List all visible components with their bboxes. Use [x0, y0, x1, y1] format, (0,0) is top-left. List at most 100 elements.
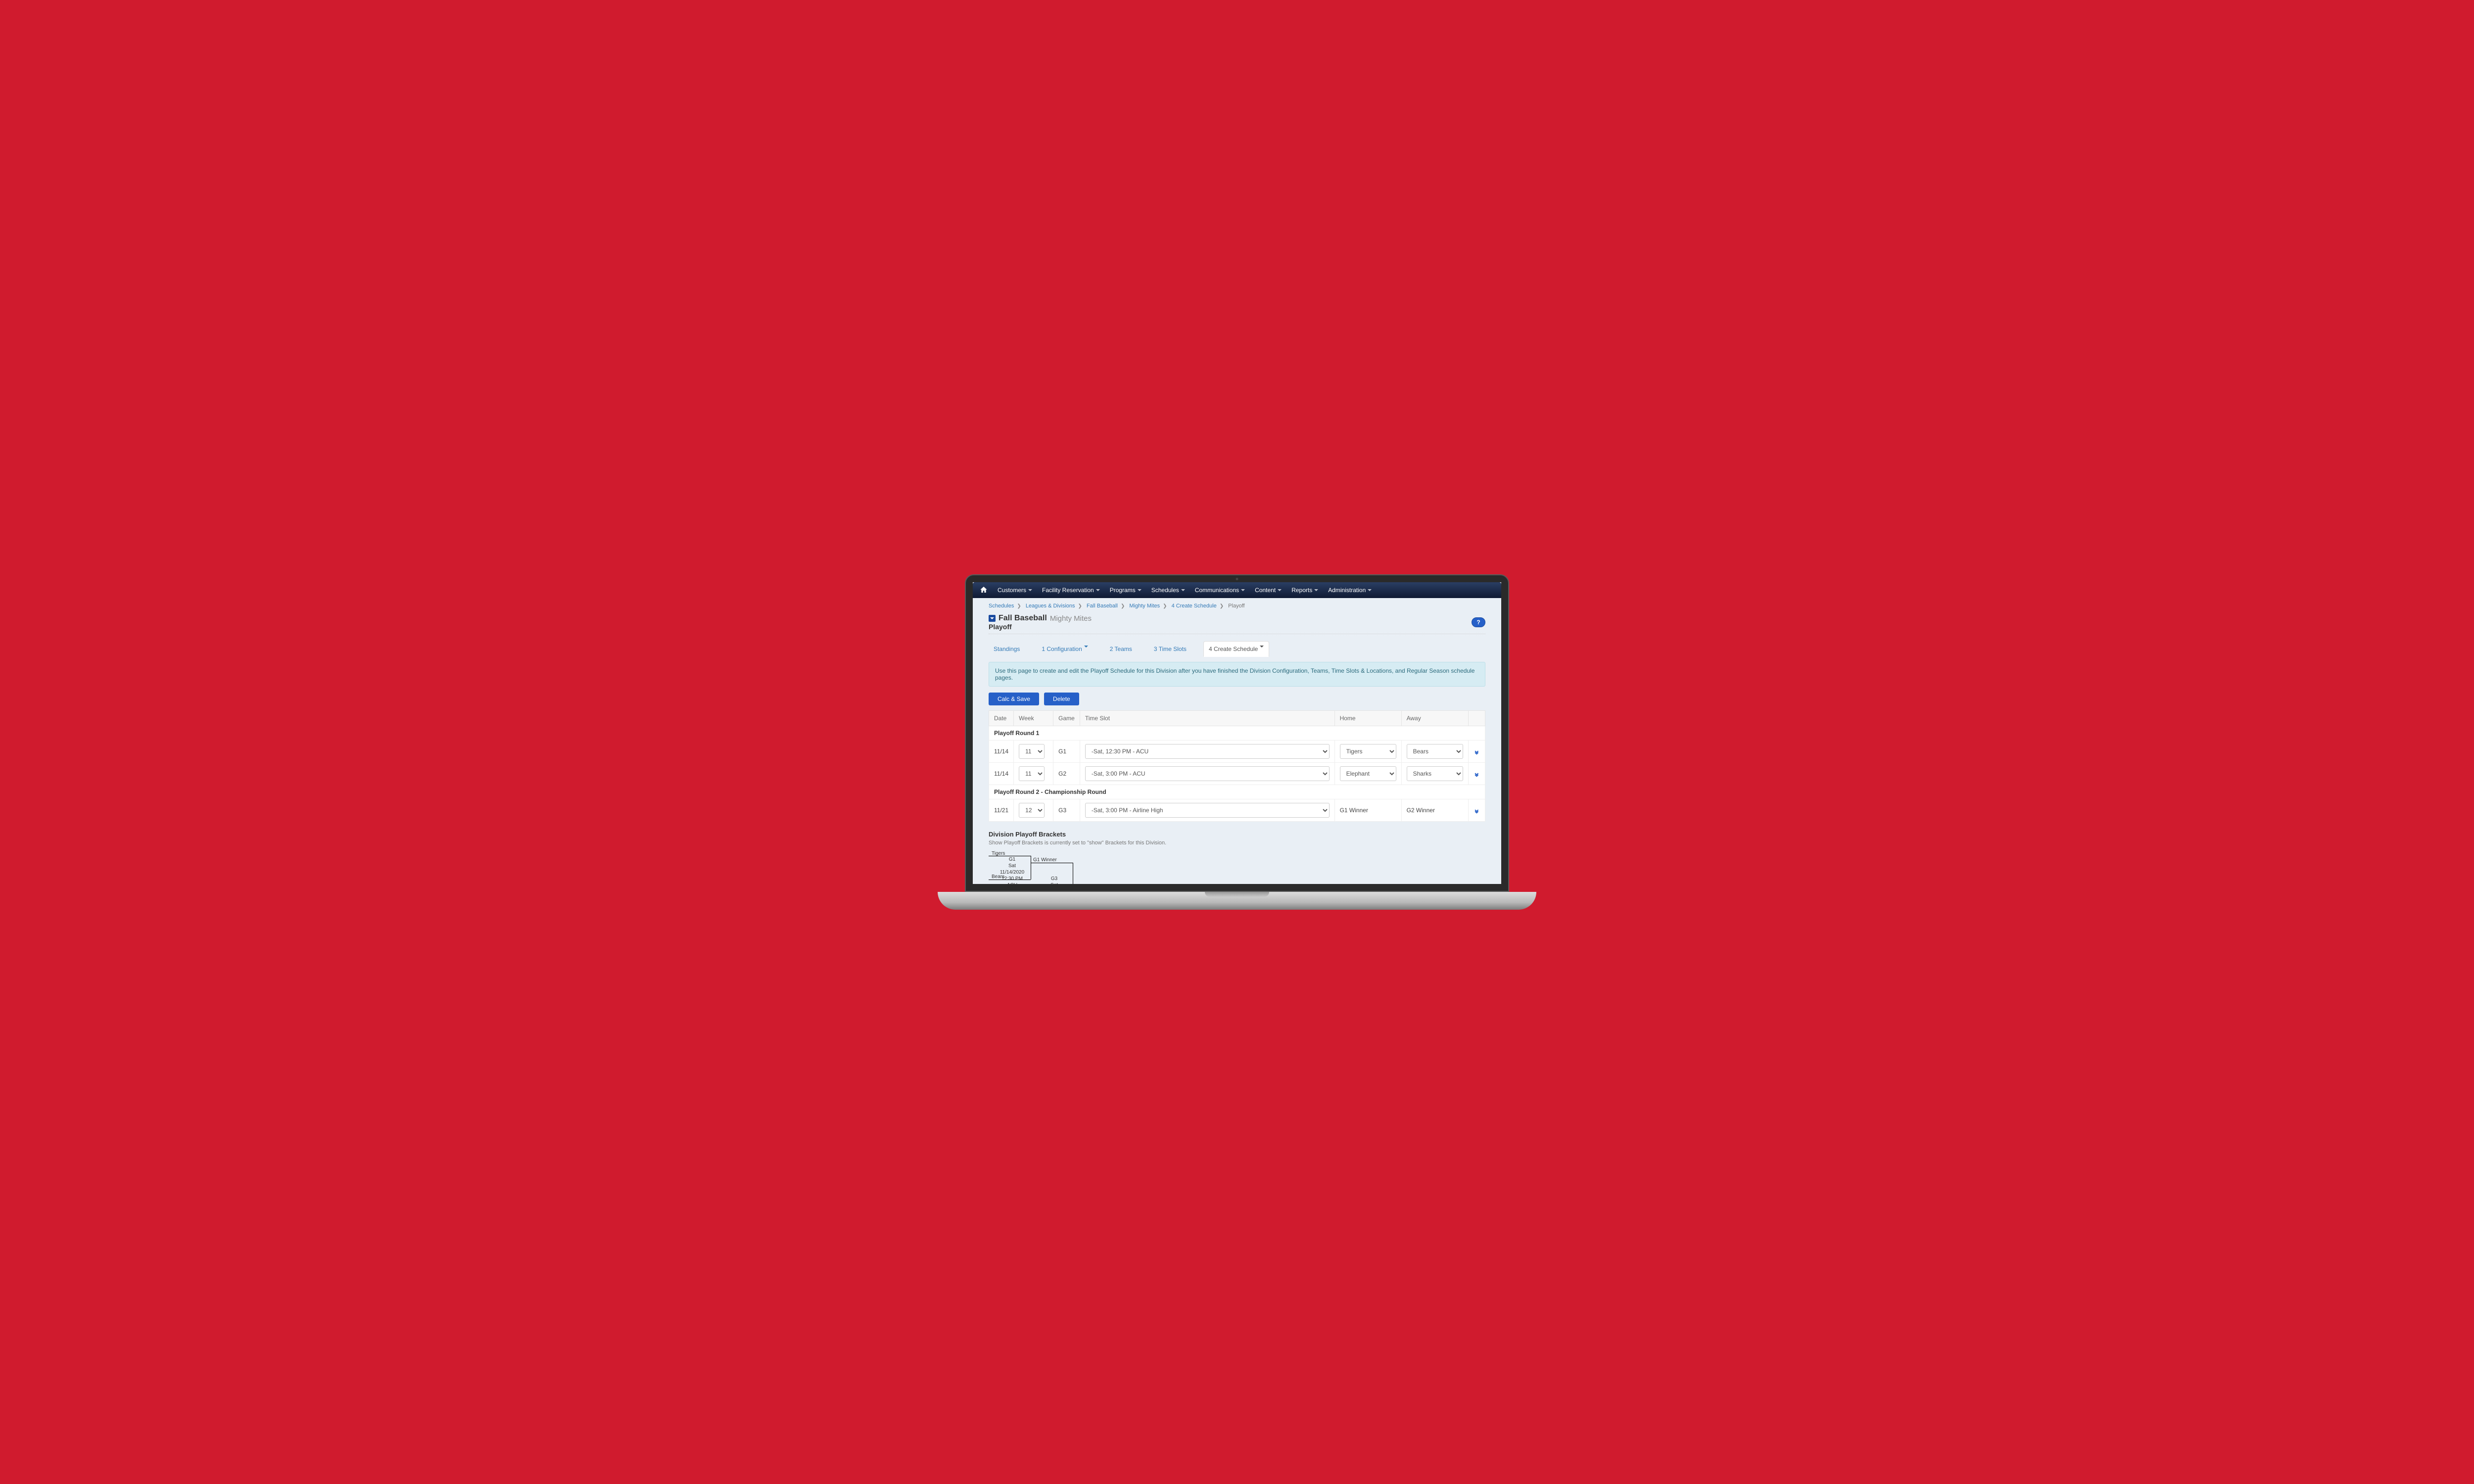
nav-facility-reservation[interactable]: Facility Reservation — [1042, 587, 1100, 594]
week-select[interactable]: 11 — [1019, 744, 1045, 759]
nav-label: Communications — [1195, 587, 1239, 594]
away-team-select[interactable]: Sharks — [1407, 766, 1463, 781]
caret-down-icon — [1138, 589, 1142, 591]
nav-administration[interactable]: Administration — [1328, 587, 1372, 594]
schedule-row: 11/14 11 G1 -Sat, 12:30 PM - ACU Tigers … — [989, 741, 1485, 763]
nav-programs[interactable]: Programs — [1110, 587, 1142, 594]
round-2-header: Playoff Round 2 - Championship Round — [989, 785, 1485, 799]
tab-label: 3 Time Slots — [1154, 646, 1187, 652]
breadcrumb-link[interactable]: 4 Create Schedule — [1172, 603, 1217, 609]
game-date: Sat 11/14/2020 — [996, 863, 1028, 876]
nav-customers[interactable]: Customers — [998, 587, 1032, 594]
cell-game: G3 — [1053, 799, 1080, 822]
bracket-winner: G1 Winner — [1033, 857, 1057, 863]
tab-configuration[interactable]: 1 Configuration — [1037, 642, 1093, 656]
cell-date: 11/14 — [989, 741, 1014, 763]
tab-label: 4 Create Schedule — [1209, 646, 1258, 652]
timeslot-select[interactable]: -Sat, 3:00 PM - ACU — [1085, 766, 1330, 781]
brackets-title: Division Playoff Brackets — [989, 831, 1485, 838]
col-timeslot: Time Slot — [1080, 711, 1334, 726]
caret-down-icon — [1278, 589, 1282, 591]
home-team-select[interactable]: Elephant — [1340, 766, 1396, 781]
week-select[interactable]: 11 — [1019, 766, 1045, 781]
help-button[interactable]: ? — [1472, 617, 1485, 627]
col-away: Away — [1401, 711, 1468, 726]
caret-down-icon — [1181, 589, 1185, 591]
cell-away-static: G2 Winner — [1401, 799, 1468, 822]
caret-down-icon — [1096, 589, 1100, 591]
breadcrumb-link[interactable]: Mighty Mites — [1129, 603, 1160, 609]
nav-content[interactable]: Content — [1255, 587, 1282, 594]
chevron-right-icon: ❯ — [1163, 603, 1167, 609]
away-team-select[interactable]: Bears — [1407, 744, 1463, 759]
action-buttons: Calc & Save Delete — [989, 693, 1485, 705]
caret-down-icon — [1241, 589, 1245, 591]
caret-down-icon — [1260, 646, 1264, 648]
tab-create-schedule[interactable]: 4 Create Schedule — [1203, 641, 1269, 657]
breadcrumb: Schedules❯ Leagues & Divisions❯ Fall Bas… — [989, 598, 1485, 614]
laptop-camera — [1236, 578, 1238, 580]
app-viewport: Customers Facility Reservation Programs … — [973, 582, 1501, 884]
info-banner: Use this page to create and edit the Pla… — [989, 662, 1485, 687]
breadcrumb-current: Playoff — [1228, 603, 1244, 609]
cell-game: G2 — [1053, 763, 1080, 785]
chevron-right-icon: ❯ — [1220, 603, 1224, 609]
schedule-table: Date Week Game Time Slot Home Away Playo… — [989, 710, 1485, 822]
nav-label: Programs — [1110, 587, 1136, 594]
expand-row-icon[interactable]: ⌄⌄ — [1474, 748, 1480, 755]
game-loc: ACU — [996, 882, 1028, 884]
laptop-mockup: Customers Facility Reservation Programs … — [965, 574, 1509, 910]
laptop-base — [938, 892, 1536, 910]
calc-save-button[interactable]: Calc & Save — [989, 693, 1039, 705]
brackets-subtitle: Show Playoff Brackets is currently set t… — [989, 840, 1485, 846]
week-select[interactable]: 12 — [1019, 803, 1045, 818]
nav-schedules[interactable]: Schedules — [1151, 587, 1185, 594]
nav-label: Customers — [998, 587, 1026, 594]
division-name: Mighty Mites — [1050, 614, 1092, 623]
tab-label: 1 Configuration — [1042, 646, 1082, 652]
tab-time-slots[interactable]: 3 Time Slots — [1149, 642, 1191, 656]
laptop-screen-bezel: Customers Facility Reservation Programs … — [965, 574, 1509, 892]
chevron-right-icon: ❯ — [1121, 603, 1125, 609]
delete-button[interactable]: Delete — [1044, 693, 1079, 705]
nav-label: Reports — [1291, 587, 1312, 594]
nav-communications[interactable]: Communications — [1195, 587, 1245, 594]
tab-standings[interactable]: Standings — [989, 642, 1025, 656]
timeslot-select[interactable]: -Sat, 3:00 PM - Airline High — [1085, 803, 1330, 818]
cell-date: 11/21 — [989, 799, 1014, 822]
game-code: G3 — [1038, 876, 1070, 882]
cell-date: 11/14 — [989, 763, 1014, 785]
tab-label: Standings — [994, 646, 1020, 652]
page-header: Fall Baseball Mighty Mites Playoff ? — [989, 614, 1485, 634]
col-game: Game — [1053, 711, 1080, 726]
game-code: G1 — [996, 856, 1028, 863]
game-date: Sat 11/21/2020 — [1038, 882, 1070, 884]
col-date: Date — [989, 711, 1014, 726]
chevron-right-icon: ❯ — [1017, 603, 1021, 609]
breadcrumb-link[interactable]: Leagues & Divisions — [1026, 603, 1075, 609]
expand-row-icon[interactable]: ⌄⌄ — [1474, 771, 1480, 777]
schedule-row: 11/21 12 G3 -Sat, 3:00 PM - Airline High… — [989, 799, 1485, 822]
caret-down-icon — [1028, 589, 1032, 591]
caret-down-icon — [1368, 589, 1372, 591]
nav-label: Schedules — [1151, 587, 1179, 594]
home-icon[interactable] — [980, 586, 988, 595]
schedule-row: 11/14 11 G2 -Sat, 3:00 PM - ACU Elephant… — [989, 763, 1485, 785]
nav-reports[interactable]: Reports — [1291, 587, 1318, 594]
breadcrumb-link[interactable]: Fall Baseball — [1087, 603, 1118, 609]
home-team-select[interactable]: Tigers — [1340, 744, 1396, 759]
col-home: Home — [1334, 711, 1401, 726]
timeslot-select[interactable]: -Sat, 12:30 PM - ACU — [1085, 744, 1330, 759]
page-subtitle: Playoff — [989, 623, 1092, 631]
league-name: Fall Baseball — [999, 614, 1047, 623]
game-time: 12:30 PM — [996, 876, 1028, 882]
breadcrumb-link[interactable]: Schedules — [989, 603, 1014, 609]
expand-icon[interactable] — [989, 615, 996, 622]
col-actions — [1468, 711, 1485, 726]
nav-label: Facility Reservation — [1042, 587, 1094, 594]
chevron-right-icon: ❯ — [1078, 603, 1082, 609]
laptop-notch — [1205, 892, 1269, 897]
round-1-header: Playoff Round 1 — [989, 726, 1485, 741]
expand-row-icon[interactable]: ⌄⌄ — [1474, 807, 1480, 814]
tab-teams[interactable]: 2 Teams — [1105, 642, 1137, 656]
